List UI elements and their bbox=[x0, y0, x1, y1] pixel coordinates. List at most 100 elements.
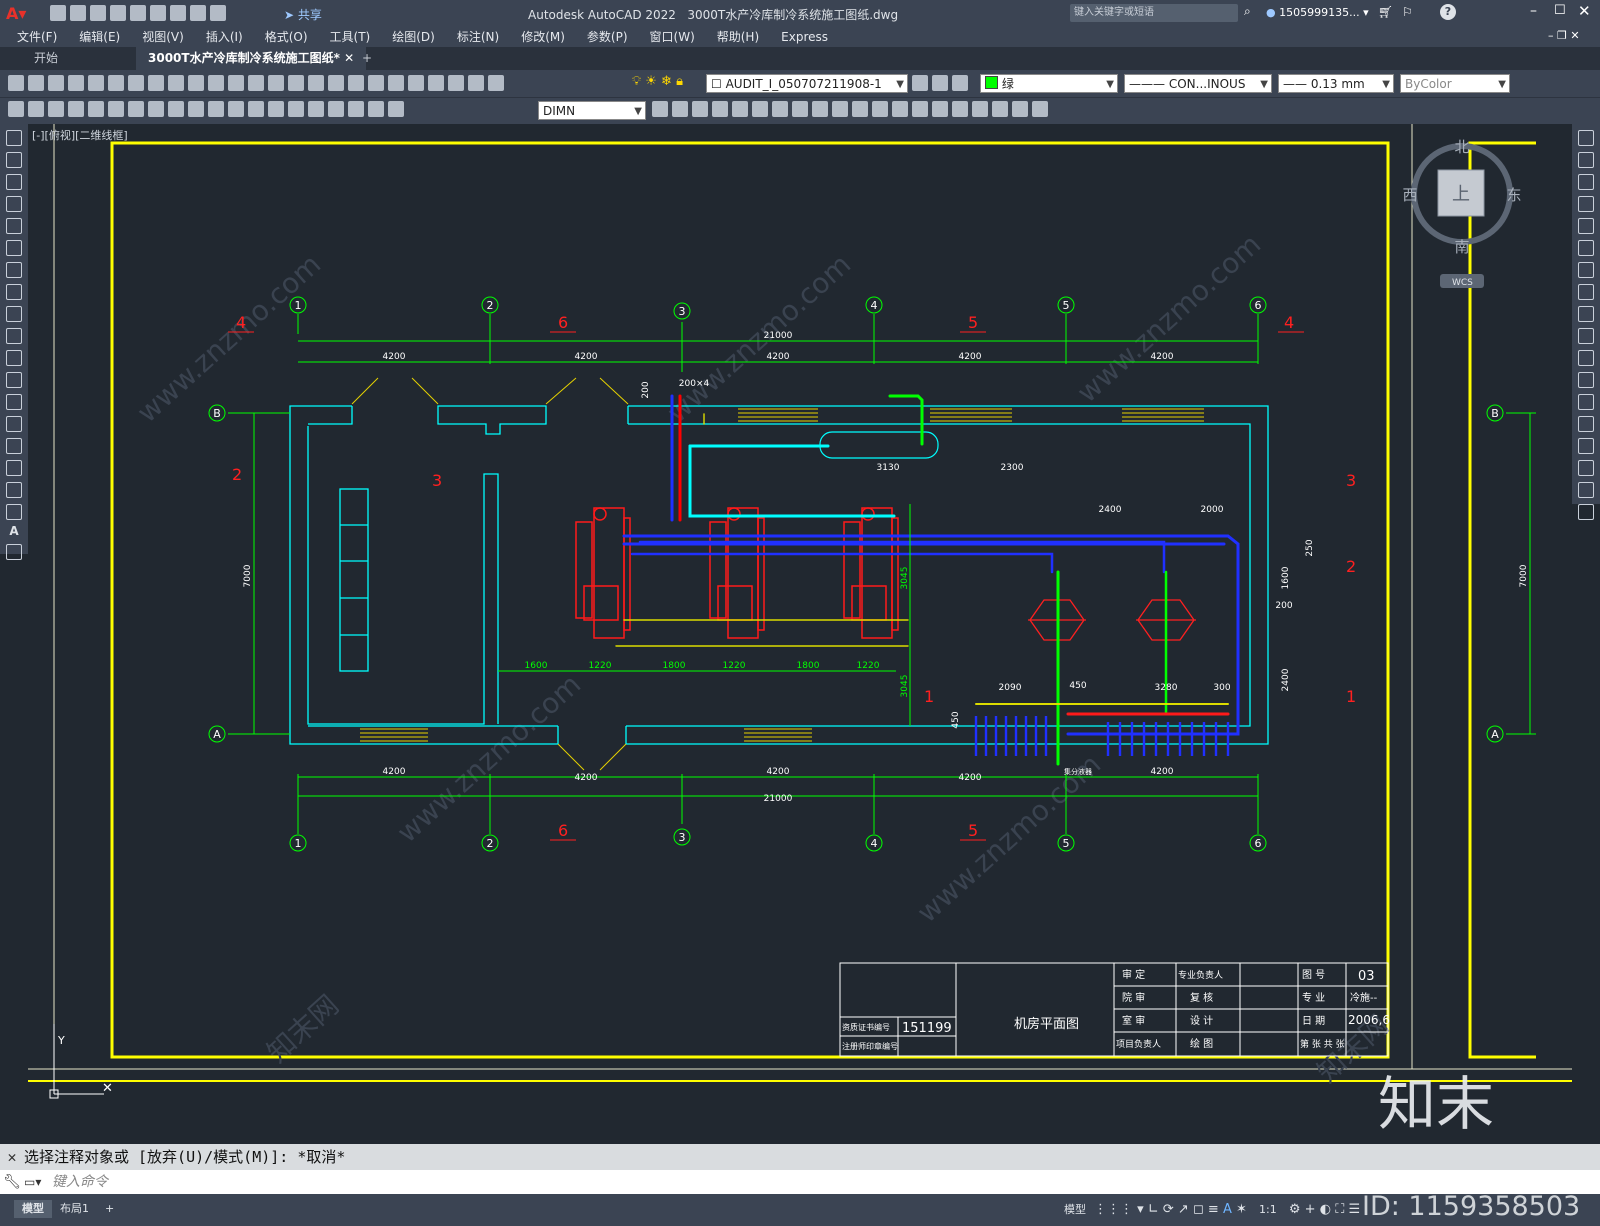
minimize-button[interactable]: – bbox=[1530, 3, 1537, 19]
calculator-icon[interactable] bbox=[448, 75, 464, 91]
ellipse-arc-icon[interactable] bbox=[6, 350, 22, 366]
zoom-previous-icon[interactable] bbox=[328, 75, 344, 91]
tolerance-icon[interactable] bbox=[268, 101, 284, 117]
make-current-icon[interactable] bbox=[912, 75, 928, 91]
new-tab-button[interactable]: + bbox=[350, 47, 384, 70]
ellipse-icon[interactable] bbox=[6, 328, 22, 344]
tab-start[interactable]: 开始 bbox=[22, 47, 70, 70]
array-side-icon[interactable] bbox=[1578, 218, 1594, 234]
snap-icon[interactable]: ▾ bbox=[1137, 1202, 1144, 1217]
menu-format[interactable]: 格式(O) bbox=[254, 27, 319, 47]
polyline-icon[interactable] bbox=[6, 174, 22, 190]
menu-file[interactable]: 文件(F) bbox=[6, 27, 68, 47]
color-dropdown[interactable]: 绿 ▼ bbox=[980, 74, 1118, 93]
xline-icon[interactable] bbox=[6, 152, 22, 168]
add-layout-button[interactable]: + bbox=[97, 1200, 122, 1218]
layer-previous-icon[interactable] bbox=[932, 75, 948, 91]
tab-model[interactable]: 模型 bbox=[14, 1200, 52, 1218]
mirror-icon[interactable] bbox=[712, 101, 728, 117]
array-icon[interactable] bbox=[752, 101, 768, 117]
layer-props-icon[interactable] bbox=[488, 75, 504, 91]
doc-restore-button[interactable]: ❐ bbox=[1557, 29, 1567, 42]
mtext-icon[interactable]: A bbox=[0, 524, 28, 538]
qdim-icon[interactable] bbox=[168, 101, 184, 117]
isolate-icon[interactable]: ◐ bbox=[1320, 1202, 1331, 1217]
autocad-logo-icon[interactable]: A▾ bbox=[6, 4, 26, 23]
plotstyle-dropdown[interactable]: ByColor ▼ bbox=[1400, 74, 1510, 93]
save-web-icon[interactable] bbox=[150, 5, 166, 21]
menu-view[interactable]: 视图(V) bbox=[131, 27, 195, 47]
light-bulb-icon[interactable]: 💡︎ bbox=[632, 74, 641, 89]
copy-object-icon[interactable] bbox=[692, 101, 708, 117]
dim-angular-icon[interactable] bbox=[148, 101, 164, 117]
cart-icon[interactable]: 🛒︎ bbox=[1378, 5, 1393, 19]
polygon-icon[interactable] bbox=[6, 196, 22, 212]
scale-side-icon[interactable] bbox=[1578, 284, 1594, 300]
join-side-icon[interactable] bbox=[1578, 416, 1594, 432]
menu-parametric[interactable]: 参数(P) bbox=[576, 27, 639, 47]
menu-tools[interactable]: 工具(T) bbox=[319, 27, 382, 47]
search-input[interactable]: 键入关键字或短语 bbox=[1070, 4, 1238, 22]
extend-side-icon[interactable] bbox=[1578, 350, 1594, 366]
model-space[interactable]: www.znzmo.com www.znzmo.com www.znzmo.co… bbox=[28, 124, 1572, 1144]
erase-side-icon[interactable] bbox=[1578, 130, 1594, 146]
draworder-icon[interactable] bbox=[992, 101, 1008, 117]
menu-draw[interactable]: 绘图(D) bbox=[381, 27, 446, 47]
lock-icon[interactable]: 🔒︎ bbox=[676, 74, 683, 89]
dim-baseline-icon[interactable] bbox=[188, 101, 204, 117]
workspace-gear-icon[interactable]: ⚙ bbox=[1289, 1202, 1301, 1217]
block-editor-icon[interactable] bbox=[208, 75, 224, 91]
stretch-icon[interactable] bbox=[832, 101, 848, 117]
command-input[interactable]: 🔧︎ ▭▾ 键入命令 bbox=[0, 1170, 1600, 1194]
dim-break-icon[interactable] bbox=[248, 101, 264, 117]
pan-icon[interactable] bbox=[268, 75, 284, 91]
lineweight-dropdown[interactable]: —— 0.13 mm ▼ bbox=[1278, 74, 1394, 93]
chamfer-icon[interactable] bbox=[932, 101, 948, 117]
freeze-icon[interactable]: ❄ bbox=[661, 74, 672, 89]
redo-icon[interactable] bbox=[248, 75, 264, 91]
center-mark-icon[interactable] bbox=[288, 101, 304, 117]
fillet-side-icon[interactable] bbox=[1578, 460, 1594, 476]
scale-icon[interactable] bbox=[812, 101, 828, 117]
ortho-icon[interactable]: ∟ bbox=[1148, 1202, 1159, 1217]
a360-icon[interactable]: ⚐ bbox=[1402, 5, 1413, 19]
mirror-side-icon[interactable] bbox=[1578, 174, 1594, 190]
plot-icon[interactable] bbox=[170, 5, 186, 21]
insert-block-icon[interactable] bbox=[6, 372, 22, 388]
annotation-visibility-icon[interactable]: A bbox=[1223, 1202, 1232, 1217]
dim-style-icon[interactable] bbox=[652, 101, 668, 117]
revcloud-icon[interactable] bbox=[6, 284, 22, 300]
print-icon[interactable] bbox=[68, 75, 84, 91]
rotate-icon[interactable] bbox=[792, 101, 808, 117]
dimtedit-icon[interactable] bbox=[368, 101, 384, 117]
redo-icon[interactable] bbox=[210, 5, 226, 21]
help-icon[interactable] bbox=[468, 75, 484, 91]
sun-icon[interactable]: ☀ bbox=[645, 74, 657, 89]
undo-icon[interactable] bbox=[190, 5, 206, 21]
chamfer-side-icon[interactable] bbox=[1578, 438, 1594, 454]
dim-jogged-icon[interactable] bbox=[108, 101, 124, 117]
annotation-autoscale-icon[interactable]: ✶ bbox=[1236, 1202, 1247, 1217]
open-web-icon[interactable] bbox=[130, 5, 146, 21]
region-icon[interactable] bbox=[6, 482, 22, 498]
share-button[interactable]: ➤ 共享 bbox=[284, 6, 322, 23]
polar-icon[interactable]: ⟳ bbox=[1163, 1202, 1174, 1217]
erase-icon[interactable] bbox=[672, 101, 688, 117]
menu-insert[interactable]: 插入(I) bbox=[195, 27, 254, 47]
gradient-icon[interactable] bbox=[6, 460, 22, 476]
annotation-scale[interactable]: 1:1 bbox=[1251, 1201, 1285, 1219]
publish-icon[interactable] bbox=[108, 75, 124, 91]
command-settings-icon[interactable]: 🔧︎ bbox=[0, 1170, 24, 1194]
close-button[interactable]: ✕ bbox=[1578, 2, 1591, 20]
move-side-icon[interactable] bbox=[1578, 240, 1594, 256]
command-prompt-icon[interactable]: ▭▾ bbox=[24, 1175, 41, 1189]
doc-close-button[interactable]: ✕ bbox=[1570, 29, 1579, 42]
table-icon[interactable] bbox=[6, 504, 22, 520]
inspect-icon[interactable] bbox=[308, 101, 324, 117]
cut-icon[interactable] bbox=[128, 75, 144, 91]
tab-drawing[interactable]: 3000T水产冷库制冷系统施工图纸* ✕ bbox=[136, 47, 367, 70]
break-point-icon[interactable] bbox=[1578, 372, 1594, 388]
menu-window[interactable]: 窗口(W) bbox=[639, 27, 706, 47]
rectangle-icon[interactable] bbox=[6, 218, 22, 234]
dim-space-icon[interactable] bbox=[228, 101, 244, 117]
